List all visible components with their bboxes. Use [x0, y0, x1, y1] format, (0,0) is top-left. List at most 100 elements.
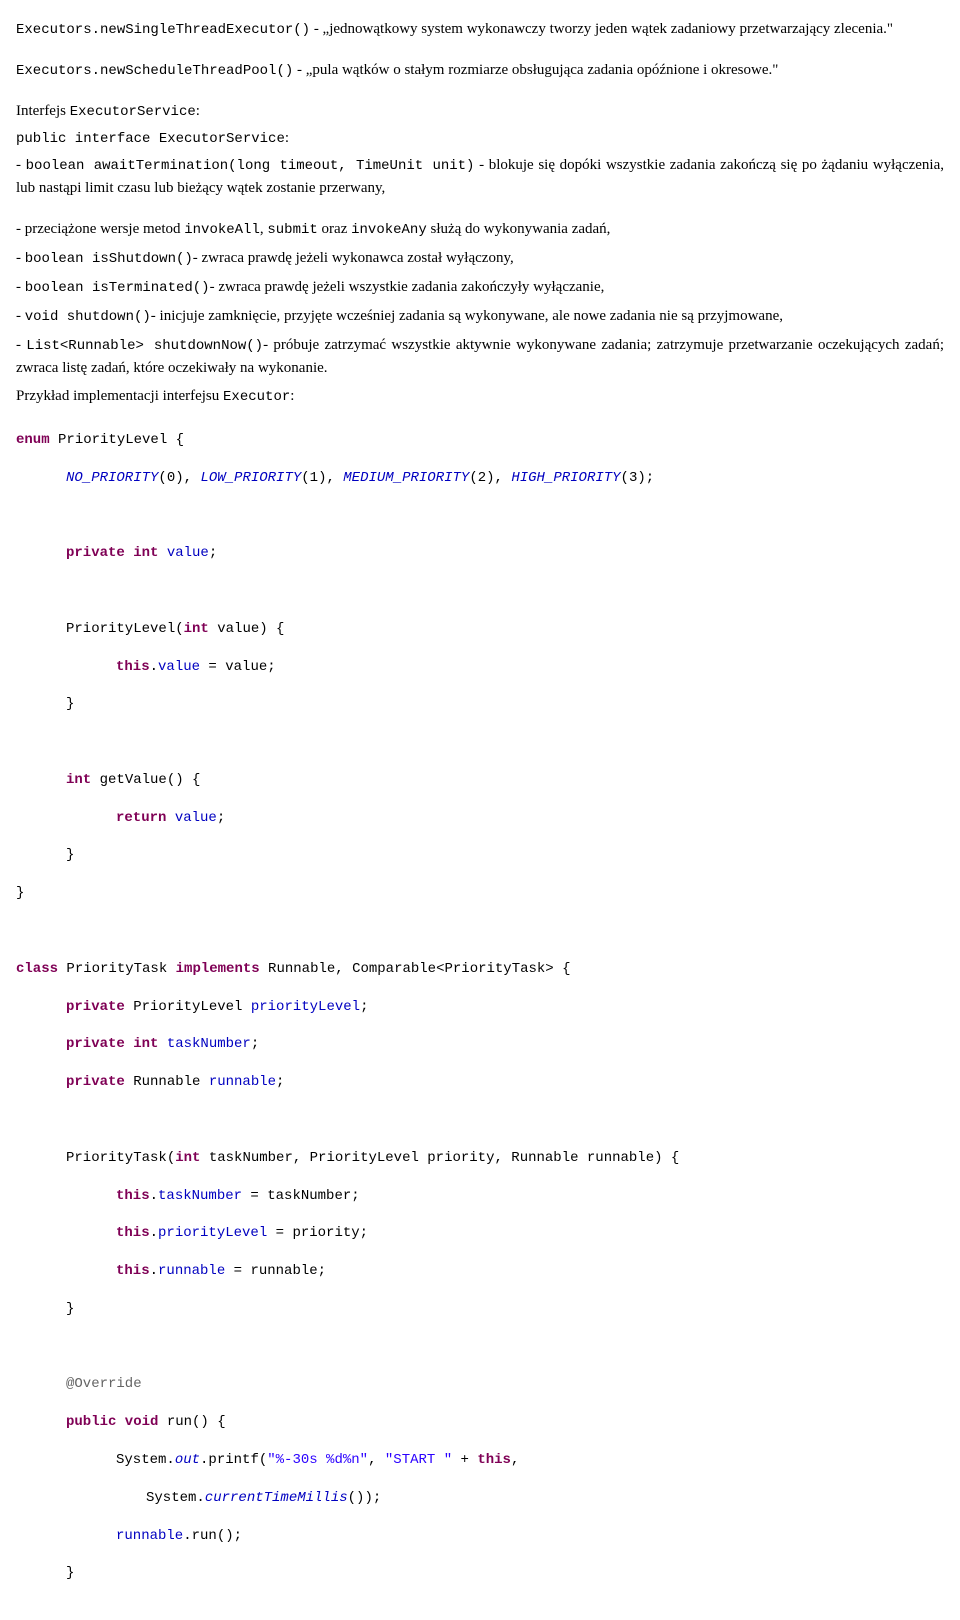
text: - przeciążone wersje metod — [16, 221, 184, 237]
paragraph-5: - boolean isShutdown()- zwraca prawdę je… — [16, 247, 944, 270]
code-text: } — [66, 1565, 74, 1581]
paragraph-7: - void shutdown()- inicjuje zamknięcie, … — [16, 305, 944, 328]
code-line: private int taskNumber; — [66, 1035, 944, 1054]
code-line: int getValue() { — [66, 771, 944, 790]
code-text: ; — [217, 810, 225, 826]
code-line: public void run() { — [66, 1413, 944, 1432]
code-text: , — [511, 1452, 519, 1468]
code-text: = priority; — [267, 1225, 368, 1241]
field: value — [158, 659, 200, 675]
code-line: @Override — [66, 1375, 944, 1394]
code-line: private PriorityLevel priorityLevel; — [66, 998, 944, 1017]
code-text: ; — [251, 1036, 259, 1052]
keyword: private int — [66, 545, 158, 561]
field: runnable — [158, 1263, 225, 1279]
code-text: ; — [360, 999, 368, 1015]
code-line: return value; — [116, 809, 944, 828]
code-inline: boolean isTerminated() — [25, 280, 210, 296]
text: - — [16, 279, 25, 295]
paragraph-2: Executors.newScheduleThreadPool() - „pul… — [16, 59, 944, 82]
code-line: } — [16, 884, 944, 903]
text: - „jednowątkowy system wykonawczy tworzy… — [310, 21, 893, 37]
keyword: int — [66, 772, 91, 788]
code-inline: ExecutorService — [70, 104, 196, 120]
code-text: (2), — [469, 470, 511, 486]
paragraph-3a: Interfejs ExecutorService: — [16, 100, 944, 123]
field: taskNumber — [158, 1036, 250, 1052]
code-text: (0), — [158, 470, 200, 486]
keyword: class — [16, 961, 58, 977]
keyword: this — [116, 1188, 150, 1204]
code-text: } — [66, 1301, 74, 1317]
static-method: currentTimeMillis — [205, 1490, 348, 1506]
keyword: this — [477, 1452, 511, 1468]
code-line: enum PriorityLevel { — [16, 431, 944, 450]
keyword: public void — [66, 1414, 158, 1430]
code-line: this.priorityLevel = priority; — [116, 1224, 944, 1243]
code-text: + — [452, 1452, 477, 1468]
code-text: (3); — [621, 470, 655, 486]
code-text: . — [150, 659, 158, 675]
code-text: .run(); — [183, 1528, 242, 1544]
text: : — [290, 388, 294, 404]
code-line: runnable.run(); — [116, 1527, 944, 1546]
field: value — [158, 545, 208, 561]
keyword: this — [116, 1263, 150, 1279]
enum-const: LOW_PRIORITY — [200, 470, 301, 486]
paragraph-6: - boolean isTerminated()- zwraca prawdę … — [16, 276, 944, 299]
text: - inicjuje zamknięcie, przyjęte wcześnie… — [151, 308, 783, 324]
text: - zwraca prawdę jeżeli wszystkie zadania… — [210, 279, 605, 295]
code-inline: Executors.newSingleThreadExecutor() — [16, 22, 310, 38]
string: "START " — [385, 1452, 452, 1468]
text: : — [285, 130, 289, 146]
blank-line — [16, 733, 944, 752]
code-text: PriorityLevel — [125, 999, 251, 1015]
code-text: System. — [146, 1490, 205, 1506]
text: - zwraca prawdę jeżeli wykonawca został … — [193, 250, 514, 266]
code-text: } — [66, 847, 74, 863]
code-text: ()); — [348, 1490, 382, 1506]
blank-line — [16, 582, 944, 601]
code-line: PriorityTask(int taskNumber, PriorityLev… — [66, 1149, 944, 1168]
code-inline: public interface ExecutorService — [16, 131, 285, 147]
code-line: } — [66, 1300, 944, 1319]
code-line: } — [66, 1564, 944, 1583]
field: priorityLevel — [251, 999, 360, 1015]
code-inline: Executors.newScheduleThreadPool() — [16, 63, 293, 79]
code-line: } — [66, 695, 944, 714]
code-text: PriorityTask( — [66, 1150, 175, 1166]
enum-const: NO_PRIORITY — [66, 470, 158, 486]
code-text: = runnable; — [225, 1263, 326, 1279]
annotation: @Override — [66, 1376, 142, 1392]
blank-line — [16, 1338, 944, 1357]
keyword: private — [66, 999, 125, 1015]
code-text: PriorityLevel { — [50, 432, 184, 448]
code-text: . — [150, 1263, 158, 1279]
field: priorityLevel — [158, 1225, 267, 1241]
code-text: . — [150, 1225, 158, 1241]
keyword: this — [116, 1225, 150, 1241]
text: - — [16, 337, 26, 353]
code-text: run() { — [158, 1414, 225, 1430]
code-text: .printf( — [200, 1452, 267, 1468]
code-inline: boolean isShutdown() — [25, 251, 193, 267]
code-inline: invokeAny — [351, 222, 427, 238]
code-line: NO_PRIORITY(0), LOW_PRIORITY(1), MEDIUM_… — [66, 469, 944, 488]
code-inline: void shutdown() — [25, 309, 151, 325]
code-block: enum PriorityLevel { NO_PRIORITY(0), LOW… — [16, 412, 944, 1602]
paragraph-1: Executors.newSingleThreadExecutor() - „j… — [16, 18, 944, 41]
paragraph-3c: - boolean awaitTermination(long timeout,… — [16, 154, 944, 200]
field: taskNumber — [158, 1188, 242, 1204]
code-line: PriorityLevel(int value) { — [66, 620, 944, 639]
keyword: private int — [66, 1036, 158, 1052]
code-inline: Executor — [223, 389, 290, 405]
blank-line — [16, 922, 944, 941]
text: oraz — [318, 221, 351, 237]
paragraph-8: - List<Runnable> shutdownNow()- próbuje … — [16, 334, 944, 380]
field: value — [166, 810, 216, 826]
string: "%-30s %d%n" — [267, 1452, 368, 1468]
keyword: enum — [16, 432, 50, 448]
code-inline: boolean awaitTermination(long timeout, T… — [26, 158, 475, 174]
enum-const: HIGH_PRIORITY — [511, 470, 620, 486]
code-text: ; — [276, 1074, 284, 1090]
